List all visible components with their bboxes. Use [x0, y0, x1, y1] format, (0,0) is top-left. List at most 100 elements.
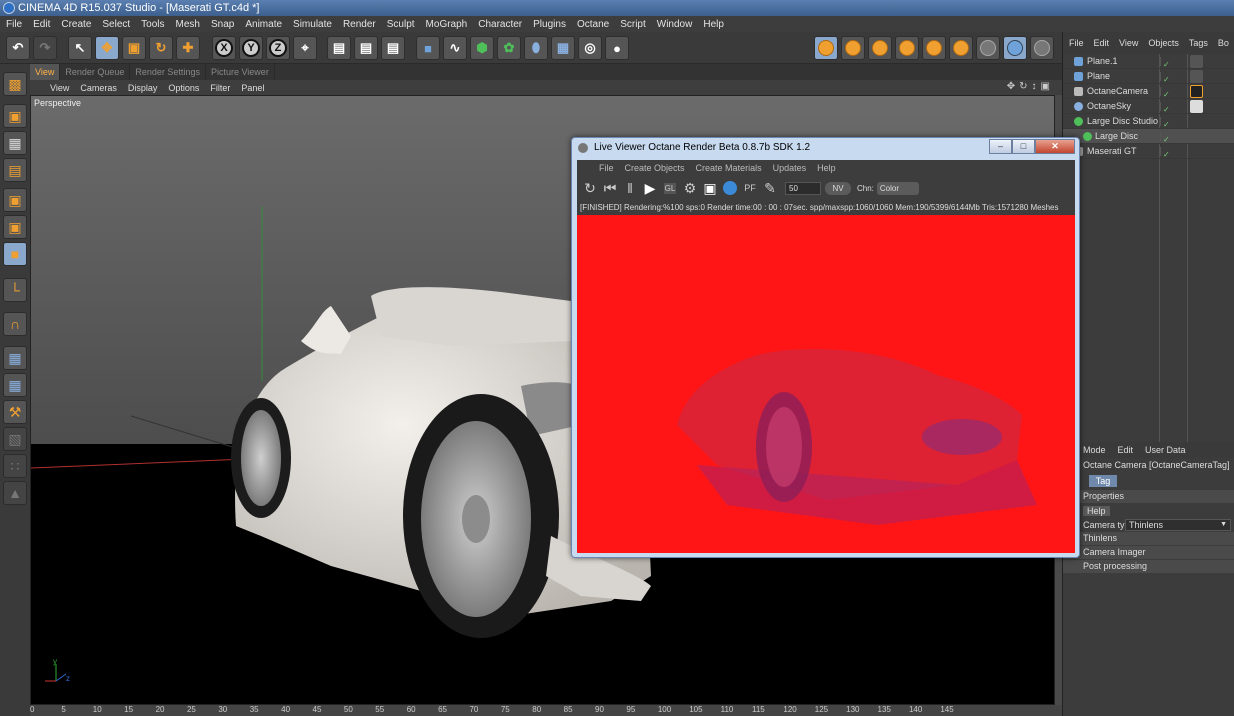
nv-button[interactable]: NV: [825, 181, 851, 195]
spline-button[interactable]: ∿: [443, 36, 467, 60]
axis-tool-button[interactable]: └: [3, 278, 27, 302]
render-output[interactable]: [577, 215, 1075, 553]
coordinate-system-button[interactable]: ⌖: [293, 36, 317, 60]
render-view-button[interactable]: ▤: [327, 36, 351, 60]
viewport-menu-filter[interactable]: Filter: [210, 83, 230, 93]
tab-render-settings[interactable]: Render Settings: [130, 64, 206, 80]
stop-render-button[interactable]: ⏮: [601, 179, 619, 197]
menu-mesh[interactable]: Mesh: [176, 19, 200, 30]
points-tool-button[interactable]: ▣: [3, 188, 27, 212]
y-axis-button[interactable]: Y: [239, 36, 263, 60]
material-preview-button[interactable]: [721, 179, 739, 197]
symmetry-button[interactable]: ▲: [3, 481, 27, 505]
workplane-tool-button[interactable]: ▤: [3, 158, 27, 182]
minimize-button[interactable]: ‒: [989, 139, 1012, 154]
lv-menu-create-objects[interactable]: Create Objects: [625, 163, 685, 173]
render-settings-button[interactable]: ▤: [381, 36, 405, 60]
deformer-button[interactable]: ⬮: [524, 36, 548, 60]
sculpt-button[interactable]: ⚒: [3, 400, 27, 424]
menu-snap[interactable]: Snap: [211, 19, 234, 30]
make-editable-button[interactable]: ▩: [3, 72, 27, 96]
om-menu-tags[interactable]: Tags: [1189, 38, 1208, 48]
menu-script[interactable]: Script: [620, 19, 646, 30]
menu-sculpt[interactable]: Sculpt: [387, 19, 415, 30]
light-button[interactable]: ●: [605, 36, 629, 60]
visibility-flags[interactable]: ✓: [1160, 147, 1182, 159]
object-row-plane[interactable]: Plane ✓: [1063, 69, 1234, 84]
tweak-tool-button[interactable]: ∩: [3, 312, 27, 336]
camera-button[interactable]: ◎: [578, 36, 602, 60]
restart-render-button[interactable]: ↻: [581, 179, 599, 197]
menu-edit[interactable]: Edit: [33, 19, 50, 30]
polygons-mode-button[interactable]: [976, 36, 1000, 60]
model-mode-button[interactable]: [814, 36, 838, 60]
rotate-tool-button[interactable]: ↻: [149, 36, 173, 60]
visibility-flags[interactable]: ✓: [1160, 72, 1182, 84]
scale-tool-button[interactable]: ▣: [122, 36, 146, 60]
texture-tool-button[interactable]: ▦: [3, 131, 27, 155]
menu-file[interactable]: File: [6, 19, 22, 30]
pause-render-button[interactable]: ‖: [621, 179, 639, 197]
lv-menu-help[interactable]: Help: [817, 163, 836, 173]
am-menu-mode[interactable]: Mode: [1083, 445, 1106, 455]
scene-button[interactable]: ▦: [551, 36, 575, 60]
undo-button[interactable]: ↶: [6, 36, 30, 60]
settings-button[interactable]: ⚙: [681, 179, 699, 197]
om-menu-view[interactable]: View: [1119, 38, 1138, 48]
redo-button[interactable]: ↷: [33, 36, 57, 60]
camera-type-select[interactable]: Thinlens: [1125, 519, 1231, 531]
arrange-button[interactable]: ∷: [3, 454, 27, 478]
octane-camera-tag-icon[interactable]: [1190, 85, 1203, 98]
menu-tools[interactable]: Tools: [141, 19, 164, 30]
snap-settings-button[interactable]: ▦: [3, 346, 27, 370]
edges-tool-button[interactable]: ▣: [3, 215, 27, 239]
menu-animate[interactable]: Animate: [245, 19, 282, 30]
viewport-menu-cameras[interactable]: Cameras: [80, 83, 117, 93]
menu-octane[interactable]: Octane: [577, 19, 609, 30]
menu-window[interactable]: Window: [657, 19, 693, 30]
am-menu-user-data[interactable]: User Data: [1145, 445, 1186, 455]
material-tag-icon[interactable]: [1190, 70, 1203, 83]
cube-button[interactable]: ■: [416, 36, 440, 60]
object-row-large-disc[interactable]: Large Disc ✓: [1063, 129, 1234, 144]
model-tool-button[interactable]: ▣: [3, 104, 27, 128]
om-menu-edit[interactable]: Edit: [1094, 38, 1110, 48]
camera-imager-section[interactable]: Camera Imager: [1063, 546, 1234, 559]
close-button[interactable]: ✕: [1035, 139, 1075, 154]
menu-render[interactable]: Render: [343, 19, 376, 30]
om-menu-objects[interactable]: Objects: [1148, 38, 1179, 48]
tab-tag[interactable]: Tag: [1089, 475, 1117, 487]
viewport-menu-display[interactable]: Display: [128, 83, 158, 93]
maximize-button[interactable]: □: [1012, 139, 1035, 154]
am-menu-edit[interactable]: Edit: [1118, 445, 1134, 455]
lock-workplane-button[interactable]: ▧: [3, 427, 27, 451]
render-picture-viewer-button[interactable]: ▤: [354, 36, 378, 60]
tab-view[interactable]: View: [30, 64, 61, 80]
visibility-flags[interactable]: ✓: [1160, 132, 1182, 144]
object-row-plane-1[interactable]: Plane.1 ✓: [1063, 54, 1234, 69]
post-processing-section[interactable]: Post processing: [1063, 560, 1234, 573]
lock-button[interactable]: ▣: [701, 179, 719, 197]
move-tool-button[interactable]: ✥: [95, 36, 119, 60]
visibility-flags[interactable]: ✓: [1160, 102, 1182, 114]
timeline-ruler[interactable]: 0 5 10 15 20 25 30 35 40 45 50 55 60 65 …: [30, 705, 1062, 716]
object-row-octane-camera[interactable]: OctaneCamera ✓: [1063, 84, 1234, 99]
visibility-flags[interactable]: ✓: [1160, 117, 1182, 129]
z-axis-button[interactable]: Z: [266, 36, 290, 60]
gl-preview-button[interactable]: GL: [661, 179, 679, 197]
environment-tag-icon[interactable]: [1190, 100, 1203, 113]
nurbs-button[interactable]: ⬢: [470, 36, 494, 60]
polygons-tool-button[interactable]: ■: [3, 242, 27, 266]
spp-input[interactable]: 50: [785, 181, 821, 195]
pick-material-button[interactable]: ✎: [761, 179, 779, 197]
snap-enable-button[interactable]: ▦: [3, 373, 27, 397]
mograph-button[interactable]: ✿: [497, 36, 521, 60]
lv-menu-updates[interactable]: Updates: [773, 163, 807, 173]
tab-picture-viewer[interactable]: Picture Viewer: [206, 64, 275, 80]
tab-render-queue[interactable]: Render Queue: [60, 64, 131, 80]
points-mode-button[interactable]: [922, 36, 946, 60]
menu-plugins[interactable]: Plugins: [533, 19, 566, 30]
x-axis-button[interactable]: X: [212, 36, 236, 60]
object-row-octane-sky[interactable]: OctaneSky ✓: [1063, 99, 1234, 114]
texture-mode-button[interactable]: [868, 36, 892, 60]
